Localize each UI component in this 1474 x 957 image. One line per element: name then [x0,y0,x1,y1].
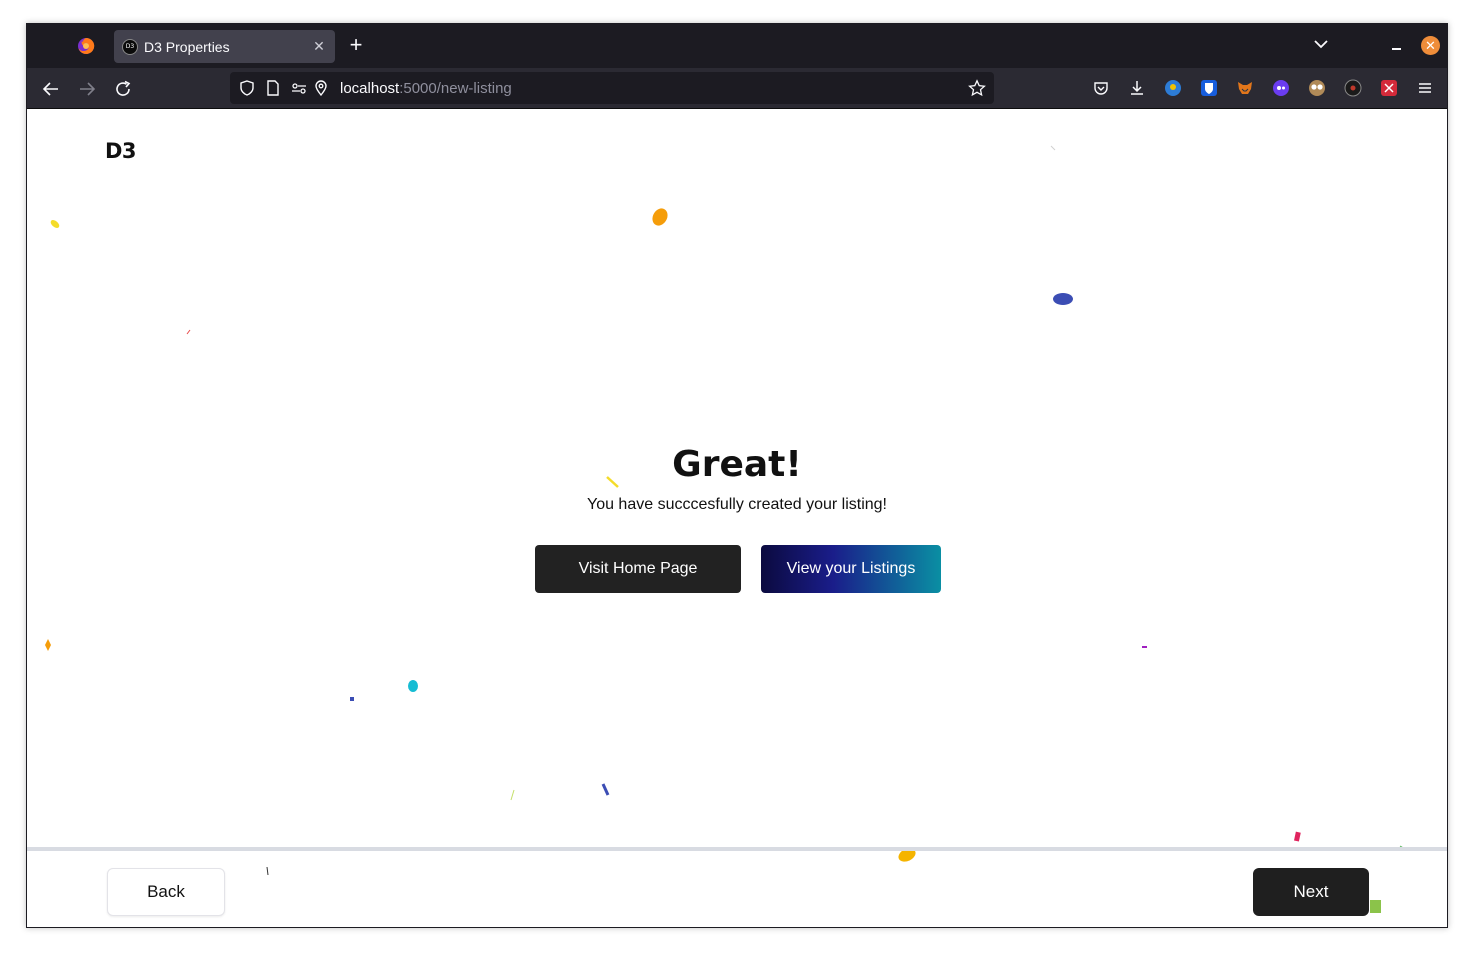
metamask-icon[interactable] [1236,79,1254,97]
firefox-icon[interactable] [77,37,95,55]
next-button[interactable]: Next [1253,868,1369,916]
shield-icon[interactable] [238,79,256,97]
film-extension-icon[interactable] [1344,79,1362,97]
page-content: D3 Great! You have succcesfully created … [27,110,1447,927]
tab-active[interactable]: D3 D3 Properties ✕ [114,30,335,63]
chevron-down-icon[interactable] [1313,36,1329,52]
success-message: You have succcesfully created your listi… [586,496,887,513]
bookmark-star-icon[interactable] [968,79,986,97]
tab-title: D3 Properties [144,38,230,55]
view-listings-button[interactable]: View your Listings [761,545,941,593]
success-heading: Great! [672,444,802,485]
bitwarden-icon[interactable] [1200,79,1218,97]
account-extension-icon[interactable] [1164,79,1182,97]
owl-extension-icon[interactable] [1308,79,1326,97]
permissions-icon[interactable] [290,79,308,97]
address-bar[interactable]: localhost:5000/new-listing [230,72,994,104]
download-icon[interactable] [1128,79,1146,97]
pocket-icon[interactable] [1092,79,1110,97]
minimize-window-button[interactable] [1389,38,1403,52]
footer-divider [27,847,1447,851]
forward-arrow-icon[interactable] [78,80,96,98]
tab-strip: D3 D3 Properties ✕ + ✕ [27,24,1447,68]
visit-home-page-button[interactable]: Visit Home Page [535,545,741,593]
close-window-button[interactable]: ✕ [1421,36,1440,55]
location-icon[interactable] [312,79,330,97]
url-path: :5000/new-listing [399,79,512,97]
red-extension-icon[interactable] [1380,79,1398,97]
navigation-toolbar: localhost:5000/new-listing [27,68,1447,109]
reload-icon[interactable] [114,80,132,98]
url-text[interactable]: localhost:5000/new-listing [340,80,968,97]
menu-icon[interactable] [1416,79,1434,97]
browser-window: D3 D3 Properties ✕ + ✕ localhost:5000/ne… [26,23,1448,928]
confetti-decoration [45,145,1408,913]
page-icon[interactable] [264,79,282,97]
new-tab-button[interactable]: + [345,32,367,58]
back-arrow-icon[interactable] [42,80,60,98]
back-button[interactable]: Back [107,868,225,916]
chat-extension-icon[interactable] [1272,79,1290,97]
url-host: localhost [340,79,400,97]
site-favicon-icon: D3 [122,38,138,55]
close-tab-icon[interactable]: ✕ [307,38,331,55]
